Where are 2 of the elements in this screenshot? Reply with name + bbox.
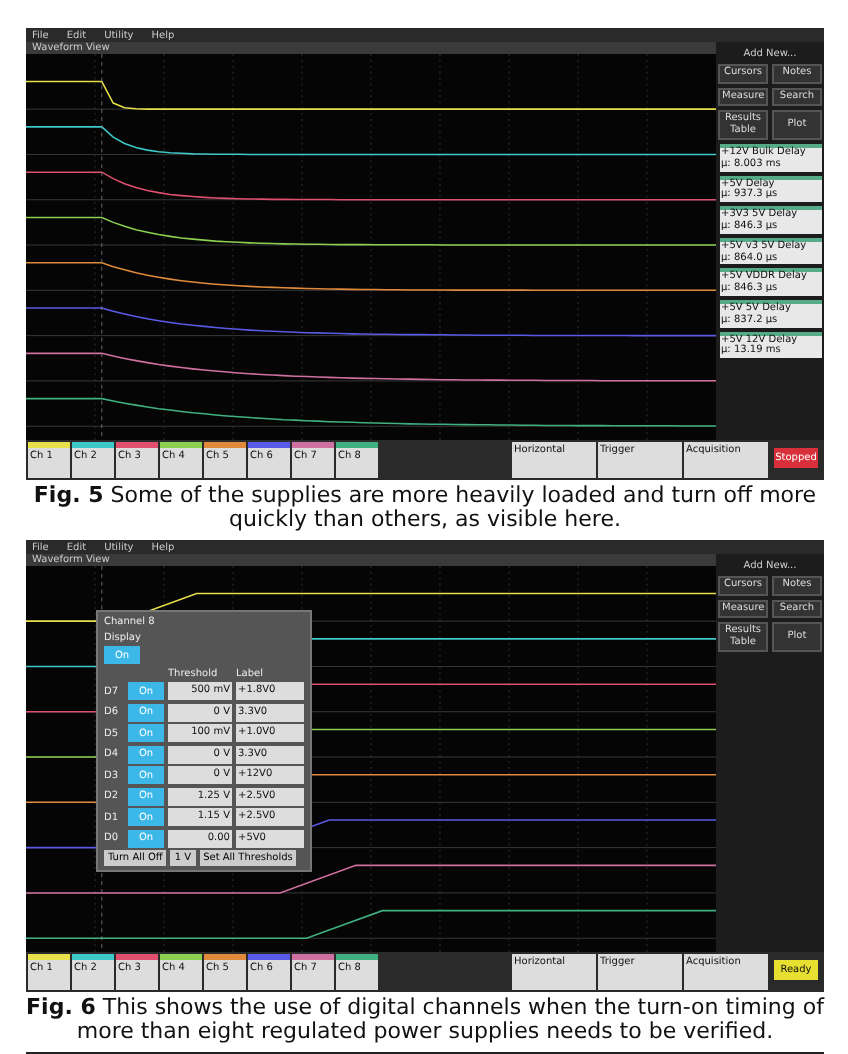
figure-caption: Fig. 6 This shows the use of digital channels when the turn-on timing of more than eight regulated power supplies needs to be verified. xyxy=(26,996,824,1044)
figure-caption: Fig. 5 Some of the supplies are more heavily loaded and turn off more quickly than others, as visible here. xyxy=(31,484,819,532)
